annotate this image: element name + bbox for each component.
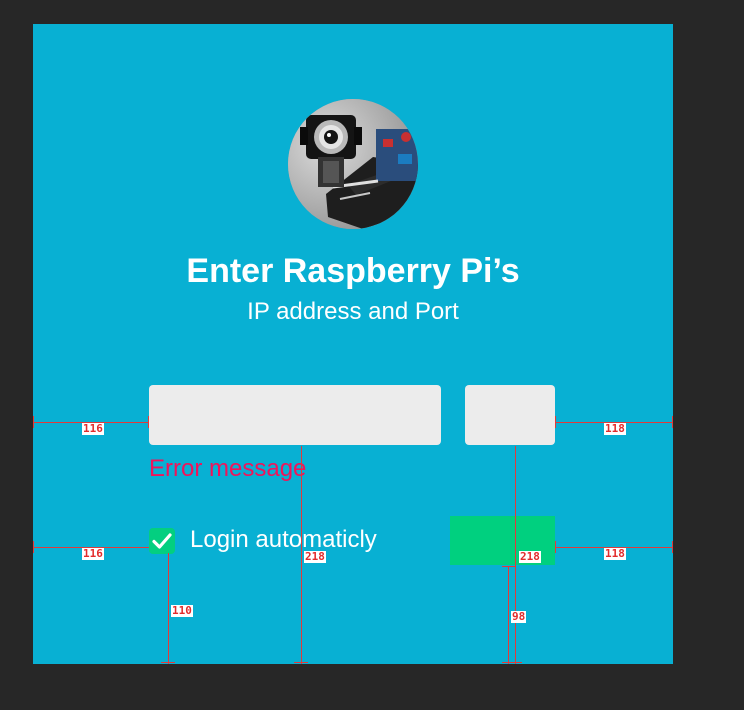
measure-tick bbox=[33, 416, 34, 428]
measure-tick bbox=[672, 416, 673, 428]
error-message: Error message bbox=[149, 455, 307, 482]
auto-login-label: Login automaticly bbox=[190, 526, 377, 553]
measure-tick bbox=[33, 541, 34, 553]
camera-icon bbox=[288, 99, 418, 229]
measure-tick bbox=[555, 416, 556, 428]
ip-address-input[interactable] bbox=[149, 385, 441, 445]
check-icon bbox=[152, 533, 172, 549]
measure-line-port-bottom bbox=[515, 446, 516, 664]
measure-label-button-right: 118 bbox=[604, 547, 626, 560]
measure-tick bbox=[555, 541, 556, 553]
measure-tick bbox=[502, 566, 516, 567]
measure-tick bbox=[148, 416, 149, 428]
measure-tick bbox=[294, 662, 308, 663]
measure-line-checkbox-bottom bbox=[168, 553, 169, 664]
login-card: Enter Raspberry Pi’s IP address and Port… bbox=[33, 24, 673, 664]
measure-label-port-bottom: 218 bbox=[519, 550, 541, 563]
auto-login-checkbox[interactable] bbox=[149, 528, 175, 554]
port-input[interactable] bbox=[465, 385, 555, 445]
measure-label-checkbox-left: 116 bbox=[82, 547, 104, 560]
measure-tick bbox=[161, 662, 175, 663]
measure-label-button-bottom: 98 bbox=[511, 610, 527, 623]
page-subtitle: IP address and Port bbox=[247, 298, 459, 325]
page-title: Enter Raspberry Pi’s bbox=[186, 252, 520, 290]
measure-label-checkbox-bottom: 110 bbox=[171, 604, 193, 617]
measure-tick bbox=[672, 541, 673, 553]
measure-line-ip-bottom bbox=[301, 446, 302, 664]
measure-label-ip-left: 116 bbox=[82, 422, 104, 435]
measure-label-ip-bottom: 218 bbox=[304, 550, 326, 563]
measure-line-button-bottom bbox=[508, 566, 509, 664]
measure-tick bbox=[502, 662, 522, 663]
measure-label-port-right: 118 bbox=[604, 422, 626, 435]
